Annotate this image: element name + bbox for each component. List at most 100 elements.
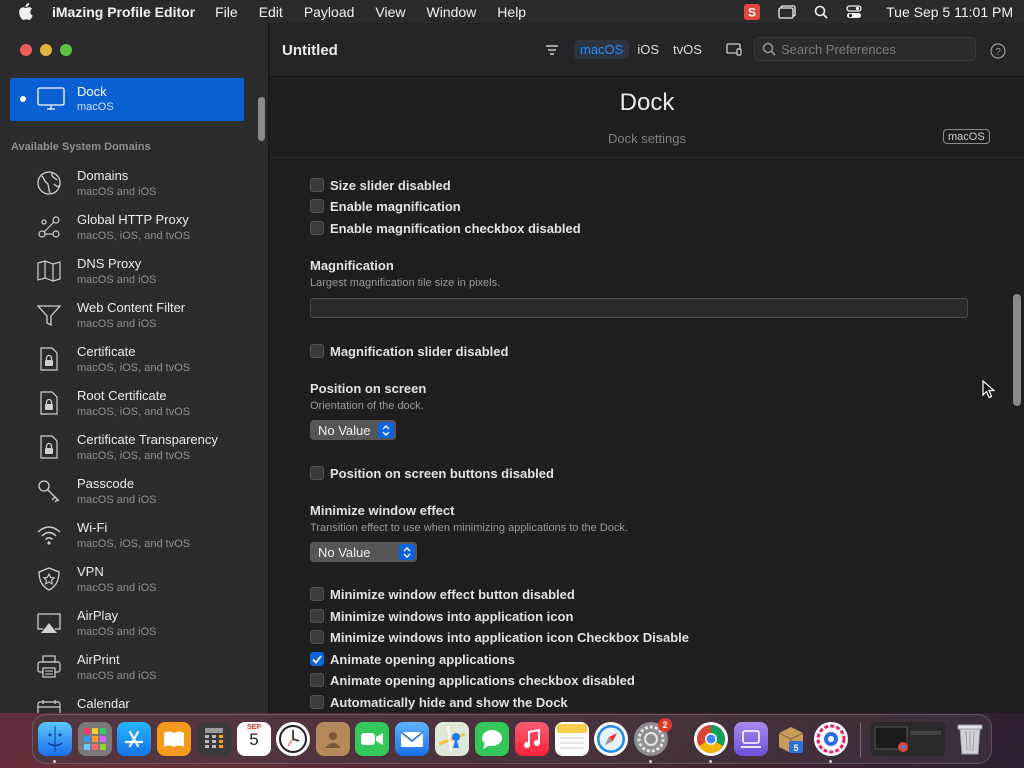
app-name-menu[interactable]: iMazing Profile Editor	[52, 4, 195, 20]
chevron-up-down-icon	[399, 544, 415, 560]
minimize-into-icon-row[interactable]: Minimize windows into application icon	[310, 606, 573, 626]
enable-magnification-checkbox[interactable]	[310, 199, 324, 213]
autohide-dock-row[interactable]: Automatically hide and show the Dock	[310, 692, 568, 712]
magnification-input[interactable]	[310, 298, 968, 318]
sidebar-item-domains[interactable]: Domains macOS and iOS	[0, 163, 258, 207]
imazing-profile-editor-icon[interactable]	[814, 722, 848, 756]
notification-badge: 2	[658, 718, 672, 732]
chrome-icon[interactable]	[694, 722, 728, 756]
filter-list-icon[interactable]	[546, 43, 560, 61]
sidebar-scrollbar[interactable]	[258, 97, 265, 141]
system-settings-icon[interactable]: 2	[634, 718, 672, 756]
minimize-window-button[interactable]	[40, 44, 52, 56]
menu-file[interactable]: File	[215, 4, 238, 20]
menu-view[interactable]: View	[375, 4, 405, 20]
enable-magnification-cb-disabled-checkbox[interactable]	[310, 221, 324, 235]
magnification-slider-disabled-row[interactable]: Magnification slider disabled	[310, 341, 508, 361]
size-slider-disabled-row[interactable]: Size slider disabled	[310, 175, 451, 195]
sidebar-item-certificate[interactable]: Certificate macOS, iOS, and tvOS	[0, 339, 258, 383]
minimize-into-icon-cb-disable-row[interactable]: Minimize windows into application icon C…	[310, 627, 689, 647]
menu-help[interactable]: Help	[497, 4, 526, 20]
minimize-effect-select[interactable]: No Value	[310, 542, 417, 562]
safari-icon[interactable]	[594, 722, 628, 756]
search-preferences-box[interactable]	[754, 37, 976, 61]
section-heading-system-domains: Available System Domains	[11, 141, 151, 153]
enable-magnification-cb-disabled-row[interactable]: Enable magnification checkbox disabled	[310, 218, 581, 238]
messages-icon[interactable]	[475, 722, 509, 756]
sidebar-item-airplay[interactable]: AirPlay macOS and iOS	[0, 603, 258, 647]
sidebar-item-subtitle: macOS and iOS	[77, 670, 157, 682]
calculator-icon[interactable]	[197, 722, 231, 756]
sidebar-item-title: AirPrint	[77, 652, 120, 667]
notes-icon[interactable]	[555, 722, 589, 756]
sidebar-item-subtitle: macOS, iOS, and tvOS	[77, 406, 191, 418]
minimize-into-icon-checkbox[interactable]	[310, 609, 324, 623]
sidebar-item-title: Certificate Transparency	[77, 432, 218, 447]
launchpad-icon[interactable]	[78, 722, 112, 756]
sidebar-item-web-content-filter[interactable]: Web Content Filter macOS and iOS	[0, 295, 258, 339]
finder-icon[interactable]	[38, 722, 72, 756]
help-icon[interactable]: ?	[990, 43, 1006, 64]
trash-icon[interactable]	[953, 722, 987, 756]
platform-tabs: macOS iOS tvOS	[574, 40, 710, 59]
menu-window[interactable]: Window	[427, 4, 477, 20]
magnification-slider-disabled-checkbox[interactable]	[310, 344, 324, 358]
s-app-status-icon[interactable]: S	[744, 3, 761, 20]
maps-icon[interactable]	[435, 722, 469, 756]
search-preferences-input[interactable]	[781, 40, 969, 58]
sidebar-item-vpn[interactable]: VPN macOS and iOS	[0, 559, 258, 603]
app-store-icon[interactable]	[117, 722, 151, 756]
spotlight-search-icon[interactable]	[814, 5, 828, 19]
sidebar-item-certificate-transparency[interactable]: Certificate Transparency macOS, iOS, and…	[0, 427, 258, 471]
sidebar-item-wifi[interactable]: Wi-Fi macOS, iOS, and tvOS	[0, 515, 258, 559]
apple-menu-icon[interactable]	[18, 3, 36, 21]
minimize-effect-button-disabled-checkbox[interactable]	[310, 587, 324, 601]
sidebar-item-root-certificate[interactable]: Root Certificate macOS, iOS, and tvOS	[0, 383, 258, 427]
mouse-pointer-icon	[982, 379, 996, 404]
sidebar-item-calendar[interactable]: Calendar	[0, 691, 258, 713]
tab-tvos[interactable]: tvOS	[667, 40, 708, 59]
menu-edit[interactable]: Edit	[259, 4, 283, 20]
sidebar-item-dock-selected[interactable]: Dock macOS	[10, 78, 244, 121]
zoom-window-button[interactable]	[60, 44, 72, 56]
sidebar-item-global-http-proxy[interactable]: Global HTTP Proxy macOS, iOS, and tvOS	[0, 207, 258, 251]
menubar-clock[interactable]: Tue Sep 5 11:01 PM	[886, 4, 1013, 20]
mail-icon[interactable]	[395, 722, 429, 756]
minimize-into-icon-cb-disable-checkbox[interactable]	[310, 630, 324, 644]
position-buttons-disabled-row[interactable]: Position on screen buttons disabled	[310, 463, 554, 483]
animate-opening-checkbox[interactable]	[310, 652, 324, 666]
books-icon[interactable]	[157, 722, 191, 756]
close-window-button[interactable]	[20, 44, 32, 56]
sidebar-item-title: AirPlay	[77, 608, 119, 623]
window-switcher-icon[interactable]	[778, 4, 796, 19]
enable-magnification-row[interactable]: Enable magnification	[310, 196, 461, 216]
sidebar-item-airprint[interactable]: AirPrint macOS and iOS	[0, 647, 258, 691]
device-preview-icon[interactable]	[726, 43, 742, 61]
contacts-icon[interactable]	[316, 722, 350, 756]
menu-payload[interactable]: Payload	[304, 4, 355, 20]
animate-opening-cb-disabled-row[interactable]: Animate opening applications checkbox di…	[310, 670, 635, 690]
facetime-icon[interactable]	[355, 722, 389, 756]
window-controls	[20, 44, 80, 56]
archive-utility-icon[interactable]: 5	[774, 722, 808, 756]
sidebar-selected-title: Dock	[77, 84, 107, 99]
size-slider-disabled-checkbox[interactable]	[310, 178, 324, 192]
sidebar-item-passcode[interactable]: Passcode macOS and iOS	[0, 471, 258, 515]
autohide-dock-checkbox[interactable]	[310, 695, 324, 709]
recent-window-thumbnail-icon[interactable]	[871, 722, 945, 756]
clock-icon[interactable]	[276, 722, 310, 756]
position-buttons-disabled-checkbox[interactable]	[310, 466, 324, 480]
minimize-effect-button-disabled-row[interactable]: Minimize window effect button disabled	[310, 584, 575, 604]
music-icon[interactable]	[515, 722, 549, 756]
imazing-icon[interactable]	[734, 722, 768, 756]
tab-ios[interactable]: iOS	[631, 40, 665, 59]
animate-opening-row[interactable]: Animate opening applications	[310, 649, 515, 669]
position-on-screen-select[interactable]: No Value	[310, 420, 396, 440]
sidebar-item-dns-proxy[interactable]: DNS Proxy macOS and iOS	[0, 251, 258, 295]
tab-macos[interactable]: macOS	[574, 40, 630, 59]
calendar-app-icon[interactable]: SEP 5	[237, 722, 271, 756]
sidebar-domain-list: Domains macOS and iOS Global HTTP Proxy …	[0, 163, 258, 713]
control-center-icon[interactable]	[846, 4, 862, 19]
animate-opening-cb-disabled-checkbox[interactable]	[310, 673, 324, 687]
content-scrollbar[interactable]	[1013, 294, 1021, 406]
